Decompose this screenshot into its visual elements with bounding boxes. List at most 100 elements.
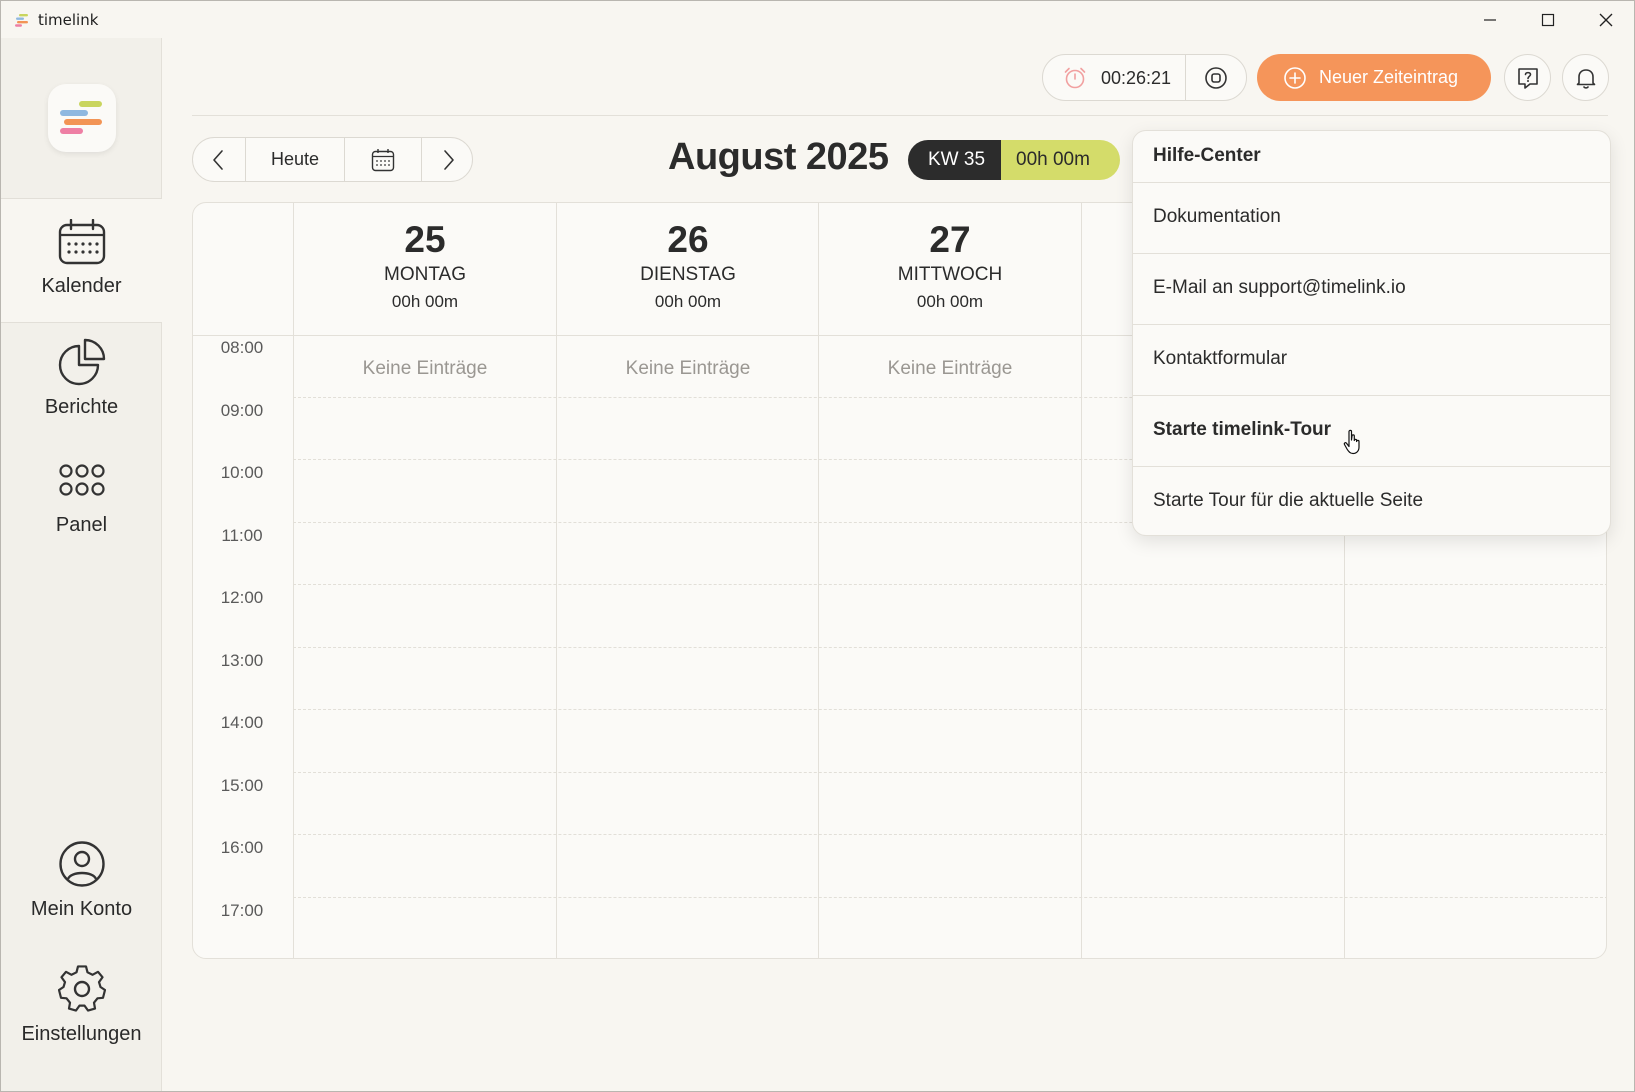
day-name: MONTAG — [384, 264, 466, 285]
day-hours: 00h 00m — [916, 292, 984, 311]
hour-gridline — [293, 834, 1606, 835]
sidebar-item-mein-konto[interactable]: Mein Konto — [1, 840, 162, 950]
new-time-entry-button[interactable]: Neuer Zeiteintrag — [1257, 54, 1491, 101]
sidebar-item-panel[interactable]: Panel — [1, 456, 162, 566]
maximize-button[interactable] — [1519, 1, 1577, 38]
sidebar-item-label: Panel — [55, 514, 108, 536]
week-summary: KW 35 00h 00m — [908, 140, 1120, 180]
menu-item-page-tour[interactable]: Starte Tour für die aktuelle Seite — [1133, 466, 1610, 535]
hour-gridline — [293, 897, 1606, 898]
month-title: August 2025 — [668, 136, 889, 178]
sidebar: Kalender Berichte Panel Mein Konto Einst… — [1, 38, 162, 1091]
close-window-button[interactable] — [1577, 1, 1634, 38]
week-hours: 00h 00m — [1001, 140, 1120, 180]
help-center-menu: Hilfe-Center Dokumentation E-Mail an sup… — [1132, 130, 1611, 536]
divider — [1185, 55, 1186, 100]
week-number: KW 35 — [908, 140, 1001, 180]
pie-chart-icon — [58, 338, 105, 386]
close-icon — [1599, 13, 1613, 26]
hour-label: 15:00 — [220, 776, 264, 795]
day-name: MITTWOCH — [897, 264, 1003, 285]
hour-gridline — [293, 709, 1606, 710]
calendar-navigation: Heute — [192, 137, 473, 182]
hour-gridline — [293, 772, 1606, 773]
next-week-button[interactable] — [422, 138, 474, 181]
stop-timer-icon[interactable] — [1204, 66, 1228, 90]
day-number: 26 — [667, 219, 709, 260]
sidebar-divider — [1, 322, 162, 323]
day-hours: 00h 00m — [391, 292, 459, 311]
window-title: timelink — [38, 11, 99, 29]
hour-label: 08:00 — [220, 338, 264, 357]
plus-circle-icon — [1284, 67, 1306, 89]
menu-item-label: Starte Tour für die aktuelle Seite — [1153, 490, 1424, 511]
chevron-right-icon — [444, 149, 454, 170]
menu-item-kontaktformular[interactable]: Kontaktformular — [1133, 324, 1610, 395]
menu-item-label: E-Mail an support@timelink.io — [1153, 277, 1406, 298]
sidebar-item-label: Kalender — [41, 275, 122, 297]
calendar-picker-icon — [371, 148, 395, 171]
menu-item-email-support[interactable]: E-Mail an support@timelink.io — [1133, 253, 1610, 324]
no-entries-label: Keine Einträge — [887, 358, 1013, 379]
hour-label: 10:00 — [220, 463, 264, 482]
timer-control: 00:26:21 — [1042, 54, 1247, 101]
hour-label: 14:00 — [220, 713, 264, 732]
column-divider — [293, 203, 294, 958]
day-header[interactable]: 25 MONTAG 00h 00m — [294, 203, 556, 335]
user-circle-icon — [58, 841, 105, 887]
sidebar-item-berichte[interactable]: Berichte — [1, 338, 162, 448]
day-hours: 00h 00m — [654, 292, 722, 311]
no-entries-label: Keine Einträge — [625, 358, 751, 379]
menu-item-label: Dokumentation — [1153, 206, 1281, 227]
hour-gridline — [293, 584, 1606, 585]
help-chat-icon — [1517, 67, 1538, 89]
sidebar-item-label: Einstellungen — [21, 1023, 142, 1045]
alarm-clock-icon — [1064, 67, 1086, 89]
minimize-icon — [1484, 18, 1496, 21]
app-logo[interactable] — [48, 84, 116, 152]
hand-cursor-icon — [1343, 429, 1360, 455]
hour-label: 11:00 — [221, 526, 263, 545]
title-bar: timelink — [1, 1, 1634, 38]
chevron-left-icon — [213, 149, 223, 170]
app-window: timelink Kalender Berichte Panel Mein Ko… — [0, 0, 1635, 1092]
menu-item-label: Kontaktformular — [1153, 348, 1288, 369]
day-number: 27 — [929, 219, 971, 260]
minimize-button[interactable] — [1461, 1, 1519, 38]
column-divider — [556, 203, 557, 958]
no-entries-label: Keine Einträge — [362, 358, 488, 379]
sidebar-item-einstellungen[interactable]: Einstellungen — [1, 965, 162, 1075]
day-number: 25 — [404, 219, 446, 260]
day-name: DIENSTAG — [640, 264, 736, 285]
day-header[interactable]: 26 DIENSTAG 00h 00m — [557, 203, 819, 335]
notifications-button[interactable] — [1562, 54, 1609, 101]
new-time-entry-label: Neuer Zeiteintrag — [1319, 67, 1459, 87]
column-divider — [818, 203, 819, 958]
column-divider — [1081, 203, 1082, 958]
calendar-icon — [58, 219, 105, 265]
app-logo-icon — [15, 14, 28, 27]
grid-dots-icon — [58, 464, 105, 496]
hour-label: 16:00 — [220, 838, 264, 857]
hour-label: 12:00 — [220, 588, 264, 607]
date-picker-button[interactable] — [345, 138, 421, 181]
menu-item-label: Starte timelink-Tour — [1153, 419, 1332, 440]
hour-label: 17:00 — [220, 901, 264, 920]
timer-display: 00:26:21 — [1101, 68, 1172, 88]
sidebar-item-label: Berichte — [44, 396, 119, 418]
gear-icon — [57, 965, 106, 1012]
hour-label: 09:00 — [220, 401, 264, 420]
menu-item-dokumentation[interactable]: Dokumentation — [1133, 182, 1610, 253]
bell-icon — [1576, 68, 1595, 89]
maximize-icon — [1541, 13, 1555, 26]
sidebar-item-label: Mein Konto — [30, 898, 133, 920]
header-divider — [192, 115, 1608, 116]
hour-label: 13:00 — [220, 651, 264, 670]
help-button[interactable] — [1504, 54, 1551, 101]
sidebar-item-kalender[interactable]: Kalender — [1, 199, 162, 322]
today-button[interactable]: Heute — [246, 138, 344, 181]
day-header[interactable]: 27 MITTWOCH 00h 00m — [819, 203, 1081, 335]
menu-item-timelink-tour[interactable]: Starte timelink-Tour — [1133, 395, 1610, 466]
previous-week-button[interactable] — [193, 138, 245, 181]
timelink-logo-icon — [60, 101, 102, 134]
